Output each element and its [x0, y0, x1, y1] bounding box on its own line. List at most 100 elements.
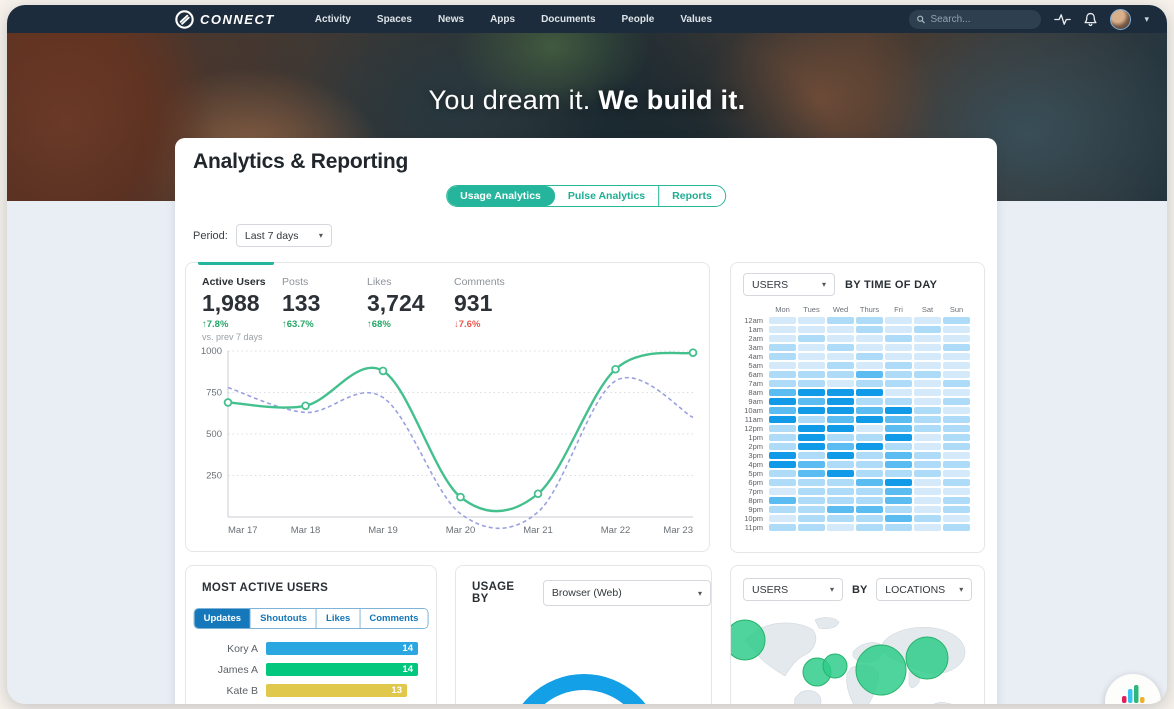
- heatmap-cell: [885, 317, 912, 324]
- locations-metric-select[interactable]: USERS ▾: [743, 578, 843, 601]
- heatmap-cell: [943, 434, 970, 441]
- heatmap-cell: [914, 362, 941, 369]
- top-navbar: CONNECT Activity Spaces News Apps Documents P…: [7, 5, 1167, 33]
- app-logo[interactable]: CONNECT: [175, 9, 275, 29]
- stat-likes[interactable]: Likes 3,724 ↑68%: [367, 276, 425, 330]
- heatmap-cell: [914, 407, 941, 414]
- heatmap-hour-label: 10am: [744, 406, 763, 415]
- user-menu-caret[interactable]: ▾: [1144, 14, 1149, 25]
- stat-change: ↑68%: [367, 319, 391, 330]
- most-active-tab-comments[interactable]: Comments: [360, 609, 428, 628]
- heatmap-cell: [856, 398, 883, 405]
- heatmap-cell: [943, 416, 970, 423]
- heatmap-cell: [885, 326, 912, 333]
- heatmap-corner: [741, 305, 767, 315]
- heatmap-cell: [943, 407, 970, 414]
- tab-usage-analytics[interactable]: Usage Analytics: [447, 186, 555, 206]
- stat-posts[interactable]: Posts 133 ↑63.7%: [282, 276, 320, 330]
- heatmap-hour-label: 10pm: [744, 514, 763, 523]
- heatmap-cell: [943, 515, 970, 522]
- heatmap-cell: [798, 470, 825, 477]
- heatmap-cell: [798, 371, 825, 378]
- usage-by-header: USAGE BY Browser (Web) ▾: [472, 580, 711, 606]
- heatmap-cell: [885, 353, 912, 360]
- heatmap-cell: [769, 452, 796, 459]
- usage-by-panel: USAGE BY Browser (Web) ▾: [455, 565, 712, 704]
- nav-item-spaces[interactable]: Spaces: [377, 14, 412, 25]
- stat-change: ↓7.6%: [454, 319, 481, 330]
- most-active-tab-updates[interactable]: Updates: [194, 609, 252, 628]
- heatmap-cell: [856, 317, 883, 324]
- search-input[interactable]: [930, 13, 1034, 25]
- heatmap-cell: [914, 317, 941, 324]
- locations-dimension-select[interactable]: LOCATIONS ▾: [876, 578, 973, 601]
- nav-item-values[interactable]: Values: [680, 14, 712, 25]
- heatmap-hour-label: 2am: [748, 334, 763, 343]
- heatmap-cell: [914, 497, 941, 504]
- heatmap-cell: [885, 398, 912, 405]
- heatmap-cell: [798, 398, 825, 405]
- heatmap-cell: [885, 416, 912, 423]
- heatmap-cell: [885, 443, 912, 450]
- heatmap-hour-label: 7pm: [748, 487, 763, 496]
- usage-by-select[interactable]: Browser (Web) ▾: [542, 580, 711, 606]
- locations-header: USERS ▾ BY LOCATIONS ▾: [743, 578, 973, 601]
- heatmap-cell: [769, 434, 796, 441]
- stat-value: 3,724: [367, 290, 425, 316]
- search-box[interactable]: [909, 9, 1042, 29]
- heatmap-cell: [827, 353, 854, 360]
- heatmap-hour-label: 6pm: [748, 478, 763, 487]
- heatmap-cell: [827, 470, 854, 477]
- heatmap-cell: [943, 380, 970, 387]
- heatmap-cell: [827, 524, 854, 531]
- svg-text:Mar 22: Mar 22: [601, 525, 631, 536]
- heatmap-cell: [769, 407, 796, 414]
- heatmap-cell: [798, 506, 825, 513]
- heatmap-cell: [827, 371, 854, 378]
- heatmap-hour-label: 5pm: [748, 469, 763, 478]
- most-active-tab-shoutouts[interactable]: Shoutouts: [251, 609, 318, 628]
- slack-widget-button[interactable]: [1105, 674, 1161, 704]
- heatmap-cell: [914, 344, 941, 351]
- notifications-bell-icon[interactable]: [1084, 12, 1098, 27]
- time-of-day-heatmap: Mon Tues Wed Thurs Fri Sat Sun 12am 1am 2am 3am 4am…: [741, 305, 970, 531]
- nav-item-news[interactable]: News: [438, 14, 464, 25]
- nav-items: Activity Spaces News Apps Documents People Val…: [315, 14, 712, 25]
- activity-pulse-icon[interactable]: [1054, 13, 1072, 26]
- user-avatar[interactable]: [1110, 8, 1132, 30]
- most-active-tab-likes[interactable]: Likes: [317, 609, 361, 628]
- heatmap-cell: [914, 434, 941, 441]
- period-select[interactable]: Last 7 days ▾: [235, 224, 332, 247]
- stat-active-users[interactable]: Active Users 1,988 ↑7.8% vs. prev 7 days: [202, 276, 266, 342]
- tab-pulse-analytics[interactable]: Pulse Analytics: [555, 186, 660, 206]
- heatmap-cell: [827, 461, 854, 468]
- stat-comments[interactable]: Comments 931 ↓7.6%: [454, 276, 505, 330]
- tab-reports[interactable]: Reports: [659, 186, 725, 206]
- heatmap-cell: [943, 371, 970, 378]
- heatmap-metric-select[interactable]: USERS ▾: [743, 273, 835, 296]
- heatmap-cell: [914, 443, 941, 450]
- heatmap-metric-value: USERS: [752, 278, 789, 291]
- nav-item-activity[interactable]: Activity: [315, 14, 351, 25]
- nav-item-documents[interactable]: Documents: [541, 14, 595, 25]
- svg-text:Mar 21: Mar 21: [523, 525, 553, 536]
- nav-item-apps[interactable]: Apps: [490, 14, 515, 25]
- heatmap-cell: [827, 335, 854, 342]
- heatmap-hour-label: 6am: [748, 370, 763, 379]
- most-active-tabs: Updates Shoutouts Likes Comments: [193, 608, 429, 629]
- heatmap-day-header: Fri: [894, 305, 903, 314]
- heatmap-cell: [856, 506, 883, 513]
- heatmap-cell: [769, 398, 796, 405]
- heatmap-cell: [856, 434, 883, 441]
- heatmap-cell: [914, 416, 941, 423]
- heatmap-cell: [798, 497, 825, 504]
- heatmap-cell: [769, 416, 796, 423]
- heatmap-cell: [769, 380, 796, 387]
- heatmap-cell: [798, 434, 825, 441]
- heatmap-cell: [769, 317, 796, 324]
- heatmap-day-header: Sun: [949, 305, 964, 314]
- nav-item-people[interactable]: People: [622, 14, 655, 25]
- locations-by-label: BY: [852, 583, 868, 596]
- heatmap-cell: [827, 515, 854, 522]
- bar-track: 14: [266, 642, 418, 655]
